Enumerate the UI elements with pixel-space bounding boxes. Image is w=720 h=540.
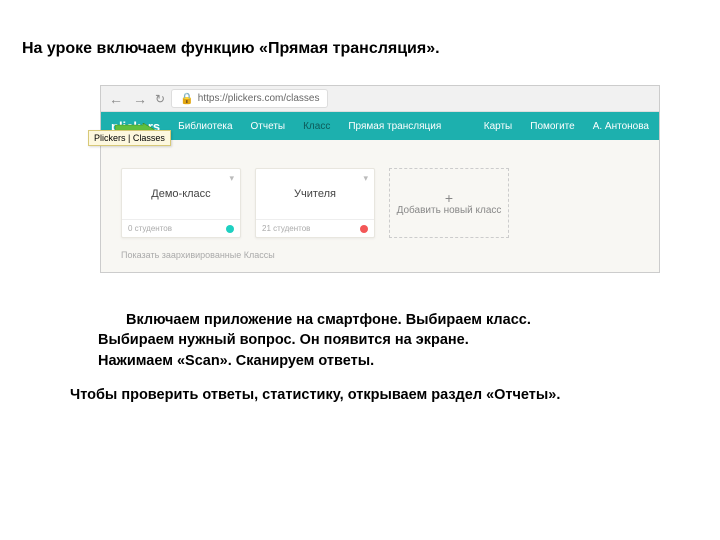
classes-area: ▾ Демо-класс 0 студентов ▾ Учителя 21 ст… [101, 140, 659, 272]
add-class-label: Добавить новый класс [397, 205, 502, 216]
browser-window: ← → ↻ 🔒 https://plickers.com/classes pli… [100, 85, 660, 273]
nav-help[interactable]: Помогите [530, 121, 574, 132]
nav-cards[interactable]: Карты [484, 121, 513, 132]
lock-icon: 🔒 [180, 92, 194, 105]
student-count: 0 студентов [128, 224, 172, 233]
reload-icon[interactable]: ↻ [155, 92, 165, 106]
browser-tab-label: Plickers | Classes [88, 130, 171, 146]
instruction-paragraph-2: Чтобы проверить ответы, статистику, откр… [70, 385, 670, 405]
browser-toolbar: ← → ↻ 🔒 https://plickers.com/classes [101, 86, 659, 112]
forward-icon[interactable]: → [131, 91, 149, 107]
chevron-down-icon[interactable]: ▾ [363, 173, 368, 184]
class-card-teachers[interactable]: ▾ Учителя 21 студентов [255, 168, 375, 238]
add-class-card[interactable]: + Добавить новый класс [389, 168, 509, 238]
class-card-footer: 0 студентов [122, 219, 240, 237]
instruction-paragraph-1: Включаем приложение на смартфоне. Выбира… [98, 310, 658, 371]
class-card-footer: 21 студентов [256, 219, 374, 237]
cards-row: ▾ Демо-класс 0 студентов ▾ Учителя 21 ст… [121, 168, 639, 238]
class-card-demo[interactable]: ▾ Демо-класс 0 студентов [121, 168, 241, 238]
class-card-title: Учителя [256, 169, 374, 219]
url-text: https://plickers.com/classes [198, 93, 320, 104]
chevron-down-icon[interactable]: ▾ [229, 173, 234, 184]
nav-classes[interactable]: Класс [303, 121, 330, 132]
student-count: 21 студентов [262, 224, 310, 233]
slide-heading: На уроке включаем функцию «Прямая трансл… [22, 40, 440, 58]
back-icon[interactable]: ← [107, 91, 125, 107]
nav-reports[interactable]: Отчеты [251, 121, 286, 132]
status-dot-icon [226, 225, 234, 233]
nav-user[interactable]: А. Антонова [593, 121, 649, 132]
nav-live[interactable]: Прямая трансляция [348, 121, 441, 132]
status-dot-icon [360, 225, 368, 233]
plus-icon: + [445, 191, 453, 205]
address-bar[interactable]: 🔒 https://plickers.com/classes [171, 89, 328, 108]
archived-classes-link[interactable]: Показать заархивированные Классы [121, 250, 639, 260]
class-card-title: Демо-класс [122, 169, 240, 219]
app-navbar: plickers Библиотека Отчеты Класс Прямая … [101, 112, 659, 140]
nav-library[interactable]: Библиотека [178, 121, 232, 132]
